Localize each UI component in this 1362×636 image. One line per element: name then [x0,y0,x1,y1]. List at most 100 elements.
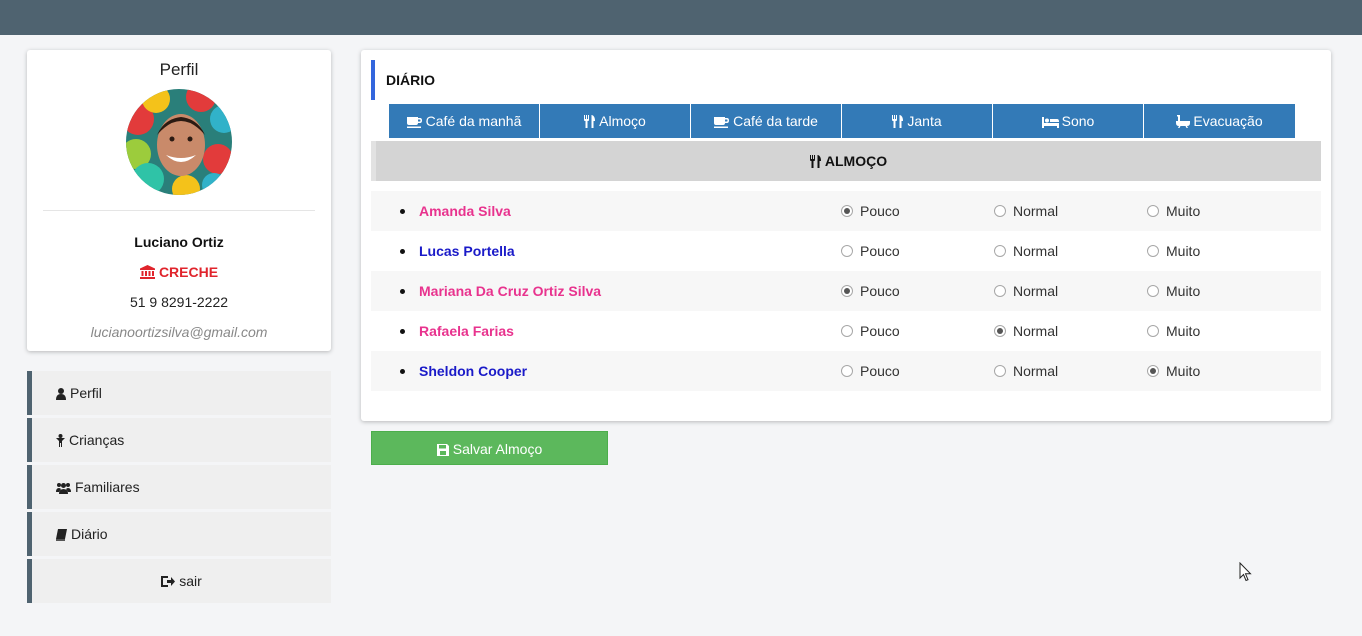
panel-title: DIÁRIO [371,60,435,100]
sidebar-item-familiares[interactable]: Familiares [27,465,331,509]
sidebar-item-label: Diário [71,526,108,542]
option-label: Muito [1166,203,1201,219]
option-label: Muito [1166,283,1201,299]
top-bar [0,0,1362,35]
sidebar-item-label: Familiares [75,479,140,495]
sidebar-item-criancas[interactable]: Crianças [27,418,331,462]
option-label: Pouco [860,323,900,339]
users-icon [56,483,71,494]
radio-button[interactable] [994,205,1006,217]
list-item: Sheldon Cooper Pouco Normal Muito [371,351,1321,391]
option-label: Muito [1166,363,1201,379]
profile-name: Luciano Ortiz [134,234,224,250]
profile-phone: 51 9 8291-2222 [129,294,229,310]
save-button[interactable]: Salvar Almoço [371,431,608,465]
radio-button[interactable] [1147,205,1159,217]
child-name: Rafaela Farias [419,323,514,339]
meal-tabs: Café da manhã Almoço Café da tarde Janta… [389,104,1295,138]
section-title: ALMOÇO [824,153,888,169]
user-icon [56,388,66,400]
tab-label: Almoço [599,113,646,129]
radio-button[interactable] [841,325,853,337]
institution-icon [139,265,155,279]
tab-evacuacao[interactable]: Evacuação [1144,104,1295,138]
profile-card: Perfil Luciano Ortiz CRECHE 51 9 8291-22… [27,50,331,351]
profile-divider [43,210,315,211]
profile-email: lucianoortizsilva@gmail.com [90,324,268,340]
option-label: Pouco [860,283,900,299]
avatar-photo [126,89,232,195]
sign-out-icon [161,576,176,587]
radio-button[interactable] [841,245,853,257]
sidebar-item-label: sair [179,573,202,589]
radio-button[interactable] [994,285,1006,297]
sidebar-item-label: Crianças [69,432,125,448]
coffee-icon [714,117,730,128]
tab-label: Janta [907,113,942,129]
option-label: Pouco [860,203,900,219]
cutlery-icon [809,155,821,168]
list-item: Rafaela Farias Pouco Normal Muito [371,311,1321,351]
tab-label: Sono [1061,113,1095,129]
tab-cafe-da-tarde[interactable]: Café da tarde [691,104,842,138]
option-label: Normal [1013,203,1059,219]
tab-label: Café da tarde [733,113,818,129]
list-item: Amanda Silva Pouco Normal Muito [371,191,1321,231]
radio-button[interactable] [1147,245,1159,257]
bullet [400,289,405,294]
bullet [400,329,405,334]
tab-janta[interactable]: Janta [842,104,993,138]
profile-org: CRECHE [27,264,331,280]
list-item: Lucas Portella Pouco Normal Muito [371,231,1321,271]
option-label: Muito [1166,243,1201,259]
bed-icon [1041,117,1059,128]
tab-label: Café da manhã [425,113,522,129]
child-name: Lucas Portella [419,243,515,259]
option-label: Normal [1013,363,1059,379]
child-name: Mariana Da Cruz Ortiz Silva [419,283,602,299]
section-header: ALMOÇO [371,141,1321,181]
profile-org-label: CRECHE [158,264,219,280]
radio-button[interactable] [841,365,853,377]
coffee-icon [406,117,422,128]
avatar [126,89,232,195]
save-icon [436,444,449,456]
tab-cafe-da-manha[interactable]: Café da manhã [389,104,540,138]
radio-button[interactable] [994,245,1006,257]
option-label: Muito [1166,323,1201,339]
tab-almoco[interactable]: Almoço [540,104,691,138]
option-label: Normal [1013,323,1059,339]
radio-button[interactable] [841,205,853,217]
radio-button[interactable] [1147,285,1159,297]
profile-title: Perfil [159,60,199,79]
children-list: Amanda Silva Pouco Normal Muito Lucas Po… [371,191,1321,391]
mouse-cursor-icon [1239,562,1252,582]
diary-panel: DIÁRIO Café da manhã Almoço Café da tard… [361,50,1331,421]
book-icon [56,529,67,541]
child-icon [56,434,65,447]
radio-button[interactable] [1147,325,1159,337]
radio-button[interactable] [841,285,853,297]
child-name: Sheldon Cooper [419,363,528,379]
sidebar-item-perfil[interactable]: Perfil [27,371,331,415]
option-label: Pouco [860,363,900,379]
bullet [400,369,405,374]
list-item: Mariana Da Cruz Ortiz Silva Pouco Normal… [371,271,1321,311]
cutlery-icon [584,115,596,128]
tab-sono[interactable]: Sono [993,104,1144,138]
option-label: Normal [1013,283,1059,299]
bullet [400,209,405,214]
bullet [400,249,405,254]
save-button-label: Salvar Almoço [452,441,543,457]
radio-button[interactable] [994,365,1006,377]
option-label: Pouco [860,243,900,259]
bath-icon [1176,115,1191,128]
radio-button[interactable] [1147,365,1159,377]
sidebar-item-label: Perfil [70,385,102,401]
cutlery-icon [892,115,904,128]
sidebar-item-diario[interactable]: Diário [27,512,331,556]
tab-label: Evacuação [1193,113,1263,129]
option-label: Normal [1013,243,1059,259]
sidebar-item-sair[interactable]: sair [27,559,331,603]
radio-button[interactable] [994,325,1006,337]
